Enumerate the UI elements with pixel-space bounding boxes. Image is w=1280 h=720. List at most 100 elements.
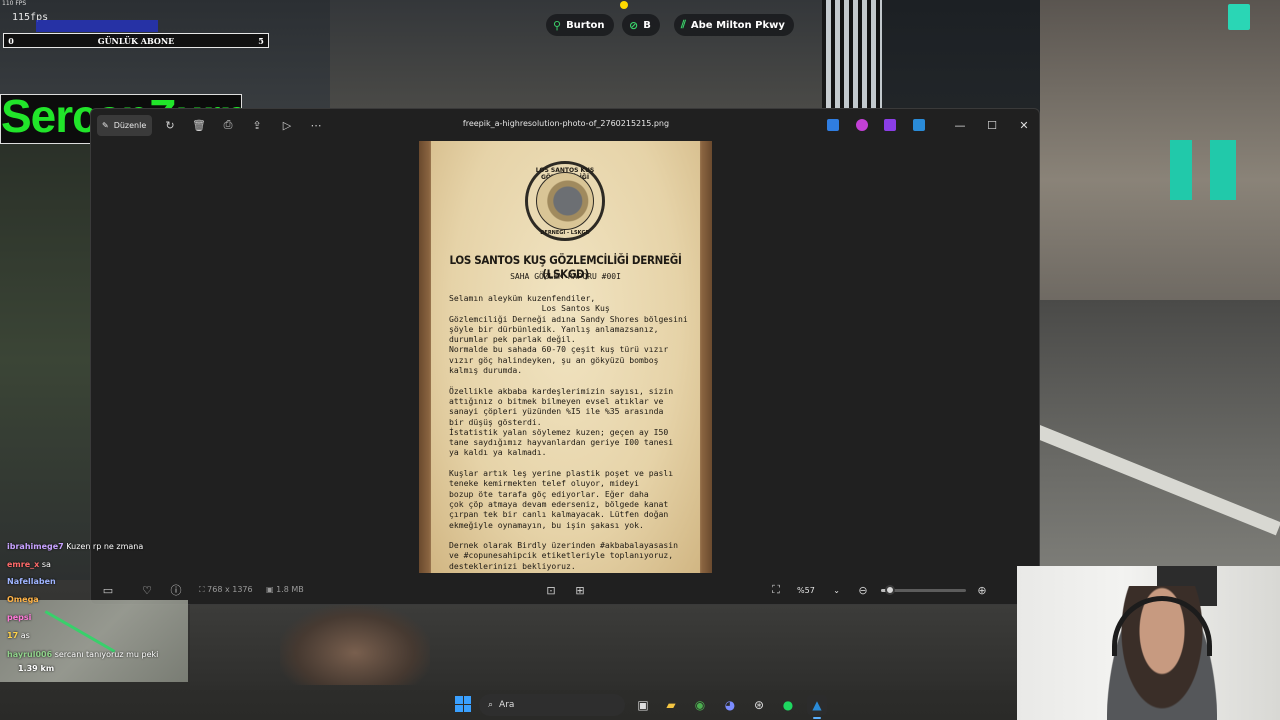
chat-message: ibrahimege7 Kuzen rp ne zmana — [7, 542, 143, 551]
minimap-distance: 1.39 km — [18, 664, 55, 673]
fit-window-icon[interactable]: ⛶ — [768, 582, 784, 598]
overlay-face — [280, 605, 430, 685]
location-label: Burton — [566, 19, 605, 31]
slideshow-icon[interactable]: ▷ — [279, 117, 295, 133]
chat-text: Kuzen rp ne zmana — [66, 542, 144, 551]
chat-username: pepsi — [7, 613, 32, 622]
discord-icon[interactable]: ◕ — [720, 695, 740, 715]
road — [1040, 300, 1280, 570]
delete-icon[interactable]: 🗑 — [191, 117, 207, 133]
location-chip-burton: ⚲ Burton — [546, 14, 614, 36]
file-explorer-icon[interactable]: ▰ — [661, 695, 681, 715]
dimensions-value: 768 x 1376 — [207, 585, 253, 594]
edit-button[interactable]: ✎ Düzenle — [97, 115, 153, 136]
pigeon-emblem — [536, 172, 594, 230]
sub-goal-end: 5 — [258, 35, 264, 46]
document-body: Selamın aleyküm kuzenfendiler, Los Santo… — [449, 293, 688, 571]
building-right — [1040, 0, 1280, 300]
file-icon: ▣ — [266, 585, 277, 594]
more-icon[interactable]: ⋯ — [308, 117, 324, 133]
poster-image: LOS SANTOS KUŞ GÖZLEMCİLİĞİ DERNEĞİ - LS… — [419, 141, 712, 573]
photos-toolbar: ✎ Düzenle ↻ 🗑 ⎙ ⇪ ▷ ⋯ freepik_a-highreso… — [91, 109, 1039, 141]
teal-light — [1170, 140, 1192, 200]
compass-label: B — [643, 19, 651, 31]
sub-goal-bar: 0 GÜNLÜK ABONE 5 — [3, 33, 269, 48]
chat-username: hayrul006 — [7, 650, 53, 659]
location-chip-compass: ⊘ B — [622, 14, 660, 36]
fps-counter-small: 110 FPS — [2, 0, 27, 7]
blue-tag — [36, 20, 158, 32]
zoom-out-icon[interactable]: ⊖ — [855, 582, 871, 598]
document-subtitle: SAHA GÖZLEM RAPORU #00I — [510, 272, 621, 281]
active-app-indicator — [813, 717, 821, 719]
seal-bottom-text: DERNEĞİ - LSKGD — [540, 230, 590, 236]
sub-goal-start: 0 — [8, 35, 14, 46]
street-label: Abe Milton Pkwy — [690, 19, 785, 31]
zoom-dropdown[interactable]: %57 ⌄ — [791, 580, 846, 600]
chat-username: 17 — [7, 631, 19, 640]
filmstrip-icon[interactable]: ▭ — [100, 582, 116, 598]
chat-message: pepsi — [7, 613, 31, 622]
text-scan-icon[interactable]: ⊞ — [572, 582, 588, 598]
chat-message: 17 as — [7, 631, 30, 640]
rotate-icon[interactable]: ↻ — [162, 117, 178, 133]
taskbar-search[interactable]: ⌕ Ara — [479, 694, 625, 716]
print-icon[interactable]: ⎙ — [220, 117, 236, 133]
waypoint-dot — [620, 1, 628, 9]
zoom-slider-knob[interactable] — [884, 585, 895, 595]
sub-goal-label: GÜNLÜK ABONE — [97, 35, 175, 46]
chat-username: Nafellaben — [7, 577, 56, 586]
taskbar: ⌕ Ara ▣ ▰ ◉ ◕ ⊛ ● ▲ — [0, 690, 1017, 720]
favorite-icon[interactable]: ♡ — [139, 582, 155, 598]
chat-text: sa — [41, 560, 51, 569]
parchment: LOS SANTOS KUŞ GÖZLEMCİLİĞİ DERNEĞİ - LS… — [431, 141, 700, 573]
task-view-icon[interactable]: ▣ — [633, 695, 653, 715]
chat-text: as — [20, 631, 30, 640]
chat-username: Omega — [7, 595, 39, 604]
zoom-in-icon[interactable]: ⊕ — [974, 582, 990, 598]
location-chip-street: ⫽ Abe Milton Pkwy — [674, 14, 794, 36]
street-icon: ⚲ — [553, 18, 562, 32]
search-icon: ⌕ — [488, 700, 494, 710]
clipchamp-icon[interactable] — [884, 119, 896, 131]
close-icon[interactable]: ✕ — [1014, 116, 1034, 134]
chevron-down-icon: ⌄ — [833, 585, 840, 595]
chrome-icon[interactable]: ◉ — [690, 695, 710, 715]
teal-light — [1210, 140, 1236, 200]
road-icon: ⫽ — [681, 18, 686, 31]
chat-text: sercanı tanıyoruz mu peki — [54, 650, 159, 659]
zoom-value: %57 — [797, 585, 815, 595]
webcam-feed — [1017, 566, 1280, 720]
windows-logo-tile — [463, 704, 471, 712]
compass-icon: ⊘ — [629, 18, 639, 32]
search-placeholder: Ara — [499, 700, 515, 710]
chat-message: hayrul006 sercanı tanıyoruz mu peki — [7, 650, 158, 659]
spotify-icon[interactable]: ● — [778, 695, 798, 715]
photos-window: ✎ Düzenle ↻ 🗑 ⎙ ⇪ ▷ ⋯ freepik_a-highreso… — [90, 108, 1040, 605]
start-button[interactable] — [455, 696, 471, 712]
sidewalk — [0, 140, 92, 580]
windows-logo-tile — [455, 696, 463, 704]
photos-app-icon[interactable]: ▲ — [807, 695, 827, 715]
designer-icon[interactable] — [856, 119, 868, 131]
game-launcher-icon[interactable]: ⊛ — [749, 695, 769, 715]
photos-statusbar: ▭ ♡ ⓘ ⛶ 768 x 1376 ▣ 1.8 MB ⊡ ⊞ ⛶ %57 ⌄ … — [91, 573, 1039, 604]
info-icon[interactable]: ⓘ — [168, 582, 184, 598]
window-title: freepik_a-highresolution-photo-of_276021… — [462, 119, 670, 128]
minimize-icon[interactable]: — — [950, 116, 970, 134]
chat-message: Nafellaben — [7, 577, 56, 586]
chat-message: Omega — [7, 595, 39, 604]
file-size: ▣ 1.8 MB — [266, 585, 304, 594]
visual-search-icon[interactable]: ⊡ — [543, 582, 559, 598]
zoom-slider[interactable] — [881, 585, 966, 595]
maximize-icon[interactable]: ☐ — [982, 116, 1002, 134]
image-dimensions: ⛶ 768 x 1376 — [199, 585, 253, 595]
cloud-sync-icon[interactable] — [913, 119, 925, 131]
edit-with-app-icon[interactable] — [827, 119, 839, 131]
windows-logo-tile — [455, 704, 463, 712]
image-canvas[interactable]: LOS SANTOS KUŞ GÖZLEMCİLİĞİ DERNEĞİ - LS… — [91, 141, 1039, 573]
edit-icon: ✎ — [102, 121, 109, 130]
dimensions-icon: ⛶ — [199, 585, 208, 594]
chat-message: emre_x sa — [7, 560, 51, 569]
share-icon[interactable]: ⇪ — [249, 117, 265, 133]
